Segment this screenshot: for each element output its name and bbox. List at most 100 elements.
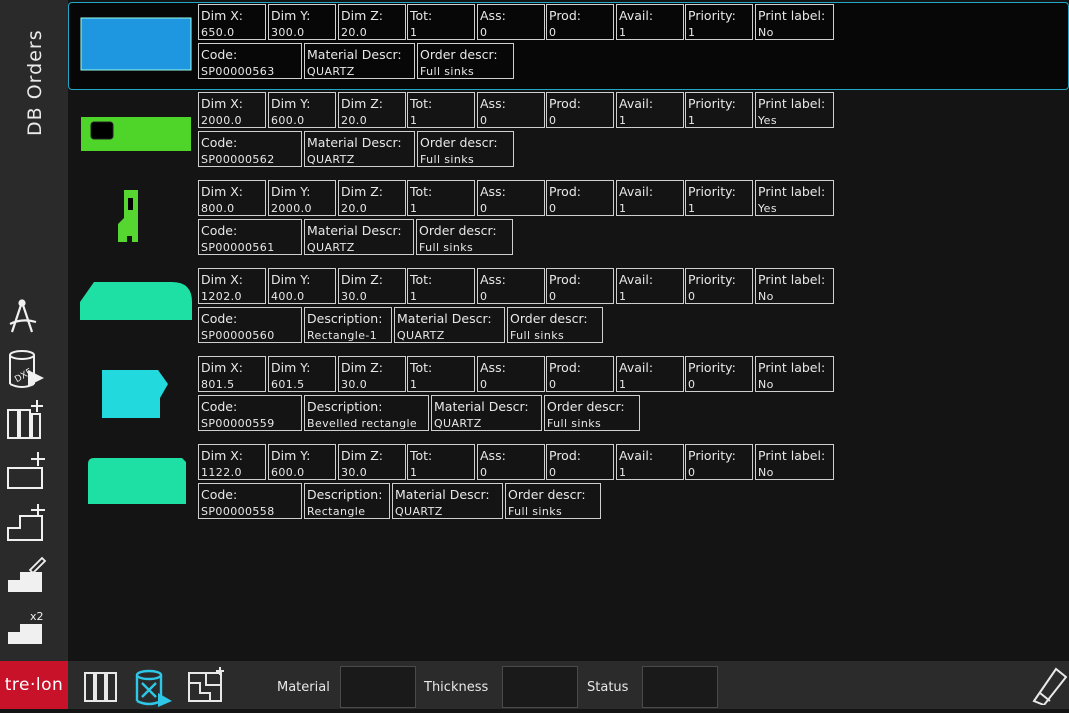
field-dim-x: Dim X: 801.5 — [198, 356, 266, 392]
field-tot: Tot: 1 — [407, 4, 475, 40]
field-order-descr: Order descr: Full sinks — [416, 219, 513, 255]
field-value: 0 — [480, 202, 488, 215]
field-label: Priority: — [688, 96, 736, 111]
field-label: Tot: — [410, 360, 433, 375]
field-value: 801.5 — [201, 378, 235, 391]
field-ass: Ass: 0 — [477, 4, 545, 40]
field-value: 800.0 — [201, 202, 235, 215]
order-row[interactable]: Dim X: 1202.0 Dim Y: 400.0 Dim Z: 30.0 Tot: 1 As… — [68, 266, 1069, 354]
duplicate-piece-icon[interactable]: x2 — [4, 606, 48, 648]
add-rectangle-icon[interactable] — [4, 450, 48, 492]
order-row[interactable]: Dim X: 1122.0 Dim Y: 600.0 Dim Z: 30.0 Tot: 1 As… — [68, 442, 1069, 530]
field-value: QUARTZ — [397, 329, 445, 342]
field-avail: Avail: 1 — [616, 180, 684, 216]
field-label: Ass: — [480, 8, 506, 23]
field-label: Order descr: — [510, 311, 588, 326]
field-label: Print label: — [758, 448, 826, 463]
sidebar: DB Orders DXF x2 — [0, 0, 68, 661]
field-value: 1 — [410, 290, 418, 303]
field-value: SP00000560 — [201, 329, 275, 342]
status-filter-field[interactable] — [642, 666, 718, 708]
add-shape-icon[interactable] — [4, 502, 48, 544]
dxf-import-icon[interactable]: DXF — [4, 346, 48, 388]
field-label: Order descr: — [419, 223, 497, 238]
field-label: Order descr: — [547, 399, 625, 414]
field-material-descr: Material Descr: QUARTZ — [392, 483, 503, 519]
material-filter-field[interactable] — [340, 666, 416, 708]
field-label: Priority: — [688, 184, 736, 199]
field-priority: Priority: 1 — [685, 180, 753, 216]
field-value: Yes — [758, 114, 777, 127]
field-code: Code: SP00000561 — [198, 219, 302, 255]
field-avail: Avail: 1 — [616, 444, 684, 480]
field-dim-x: Dim X: 800.0 — [198, 180, 266, 216]
nesting-layout-icon[interactable] — [186, 667, 224, 705]
field-prod: Prod: 0 — [546, 444, 614, 480]
field-value: 1 — [619, 26, 627, 39]
order-row[interactable]: Dim X: 800.0 Dim Y: 2000.0 Dim Z: 20.0 Tot: 1 As… — [68, 178, 1069, 266]
field-label: Order descr: — [420, 47, 498, 62]
field-dim-y: Dim Y: 400.0 — [268, 268, 336, 304]
field-label: Dim Z: — [341, 96, 384, 111]
add-slabs-icon[interactable] — [4, 398, 48, 440]
field-prod: Prod: 0 — [546, 180, 614, 216]
field-tot: Tot: 1 — [407, 268, 475, 304]
field-value: 0 — [549, 114, 557, 127]
field-dim-z: Dim Z: 20.0 — [338, 180, 406, 216]
field-label: Code: — [201, 223, 238, 238]
field-value: 1 — [619, 202, 627, 215]
field-value: 1 — [410, 202, 418, 215]
field-label: Dim Z: — [341, 360, 384, 375]
field-label: Avail: — [619, 448, 654, 463]
field-ass: Ass: 0 — [477, 180, 545, 216]
order-row[interactable]: Dim X: 650.0 Dim Y: 300.0 Dim Z: 20.0 Tot: 1 Ass… — [68, 2, 1069, 90]
db-orders-icon[interactable] — [132, 667, 172, 707]
order-row[interactable]: Dim X: 801.5 Dim Y: 601.5 Dim Z: 30.0 Tot: 1 Ass… — [68, 354, 1069, 442]
edit-piece-icon[interactable] — [4, 554, 48, 596]
field-label: Avail: — [619, 360, 654, 375]
field-value: Full sinks — [420, 65, 475, 78]
slabs-icon[interactable] — [82, 667, 120, 705]
field-code: Code: SP00000562 — [198, 131, 302, 167]
field-value: 30.0 — [341, 466, 368, 479]
field-value: Rectangle — [307, 505, 366, 518]
field-value: 0 — [480, 26, 488, 39]
field-prod: Prod: 0 — [546, 92, 614, 128]
field-label: Ass: — [480, 448, 506, 463]
field-label: Tot: — [410, 184, 433, 199]
field-label: Material Descr: — [397, 311, 492, 326]
thickness-filter-field[interactable] — [502, 666, 578, 708]
field-value: QUARTZ — [307, 153, 355, 166]
field-value: Bevelled rectangle — [307, 417, 418, 430]
field-value: 0 — [688, 290, 696, 303]
order-row[interactable]: Dim X: 2000.0 Dim Y: 600.0 Dim Z: 20.0 Tot: 1 As… — [68, 90, 1069, 178]
field-prod: Prod: 0 — [546, 4, 614, 40]
field-label: Dim Y: — [271, 96, 311, 111]
sidebar-title: DB Orders — [24, 29, 46, 136]
material-filter-label: Material — [277, 680, 330, 695]
field-label: Tot: — [410, 448, 433, 463]
field-tot: Tot: 1 — [407, 356, 475, 392]
compass-tool-icon[interactable] — [4, 296, 48, 338]
field-label: Print label: — [758, 184, 826, 199]
field-value: 1 — [688, 114, 696, 127]
field-value: 1 — [410, 378, 418, 391]
field-value: 1 — [619, 290, 627, 303]
field-label: Code: — [201, 47, 238, 62]
field-label: Dim X: — [201, 272, 244, 287]
piece-thumbnail — [74, 272, 198, 348]
field-label: Dim Z: — [341, 448, 384, 463]
field-value: 20.0 — [341, 26, 368, 39]
field-priority: Priority: 0 — [685, 444, 753, 480]
field-label: Dim Y: — [271, 448, 311, 463]
field-description: Description: Bevelled rectangle — [304, 395, 429, 431]
field-value: 1 — [410, 26, 418, 39]
field-value: Yes — [758, 202, 777, 215]
field-label: Prod: — [549, 272, 581, 287]
field-label: Avail: — [619, 8, 654, 23]
field-value: 650.0 — [201, 26, 235, 39]
field-value: 1 — [619, 378, 627, 391]
eraser-icon[interactable] — [1030, 665, 1068, 707]
field-value: No — [758, 290, 774, 303]
field-label: Prod: — [549, 448, 581, 463]
